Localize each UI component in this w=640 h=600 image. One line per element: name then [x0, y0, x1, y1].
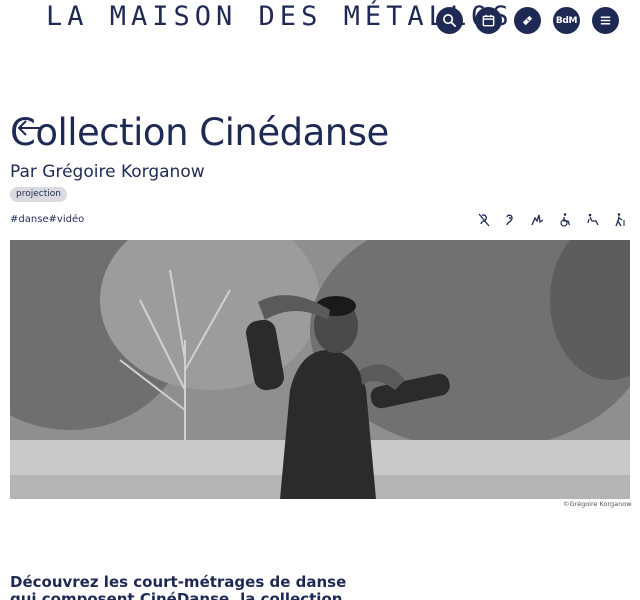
- menu-icon[interactable]: [592, 7, 619, 34]
- bdm-icon[interactable]: BdM: [553, 7, 580, 34]
- hero-image: [10, 240, 630, 499]
- bdm-label: BdM: [555, 15, 578, 26]
- photo-credit: ©Grégoire Korganow: [563, 500, 632, 508]
- walking-cane-icon: [612, 212, 628, 228]
- page-title: Collection Cinédanse: [10, 111, 389, 154]
- tags[interactable]: #danse#vidéo: [10, 214, 84, 225]
- ticket-icon[interactable]: [514, 7, 541, 34]
- hearing-aid-icon: [502, 212, 518, 228]
- calendar-icon[interactable]: [475, 7, 502, 34]
- page-subtitle: Par Grégoire Korganow: [10, 162, 205, 182]
- search-icon[interactable]: [436, 7, 463, 34]
- wheelchair-icon: [557, 212, 573, 228]
- reduced-mobility-icon: [585, 212, 601, 228]
- sign-language-icon: [529, 212, 545, 228]
- intro-paragraph: Découvrez les court-métrages de danse qu…: [10, 573, 347, 600]
- type-badge[interactable]: projection: [10, 187, 67, 202]
- hearing-impaired-icon: [476, 212, 492, 228]
